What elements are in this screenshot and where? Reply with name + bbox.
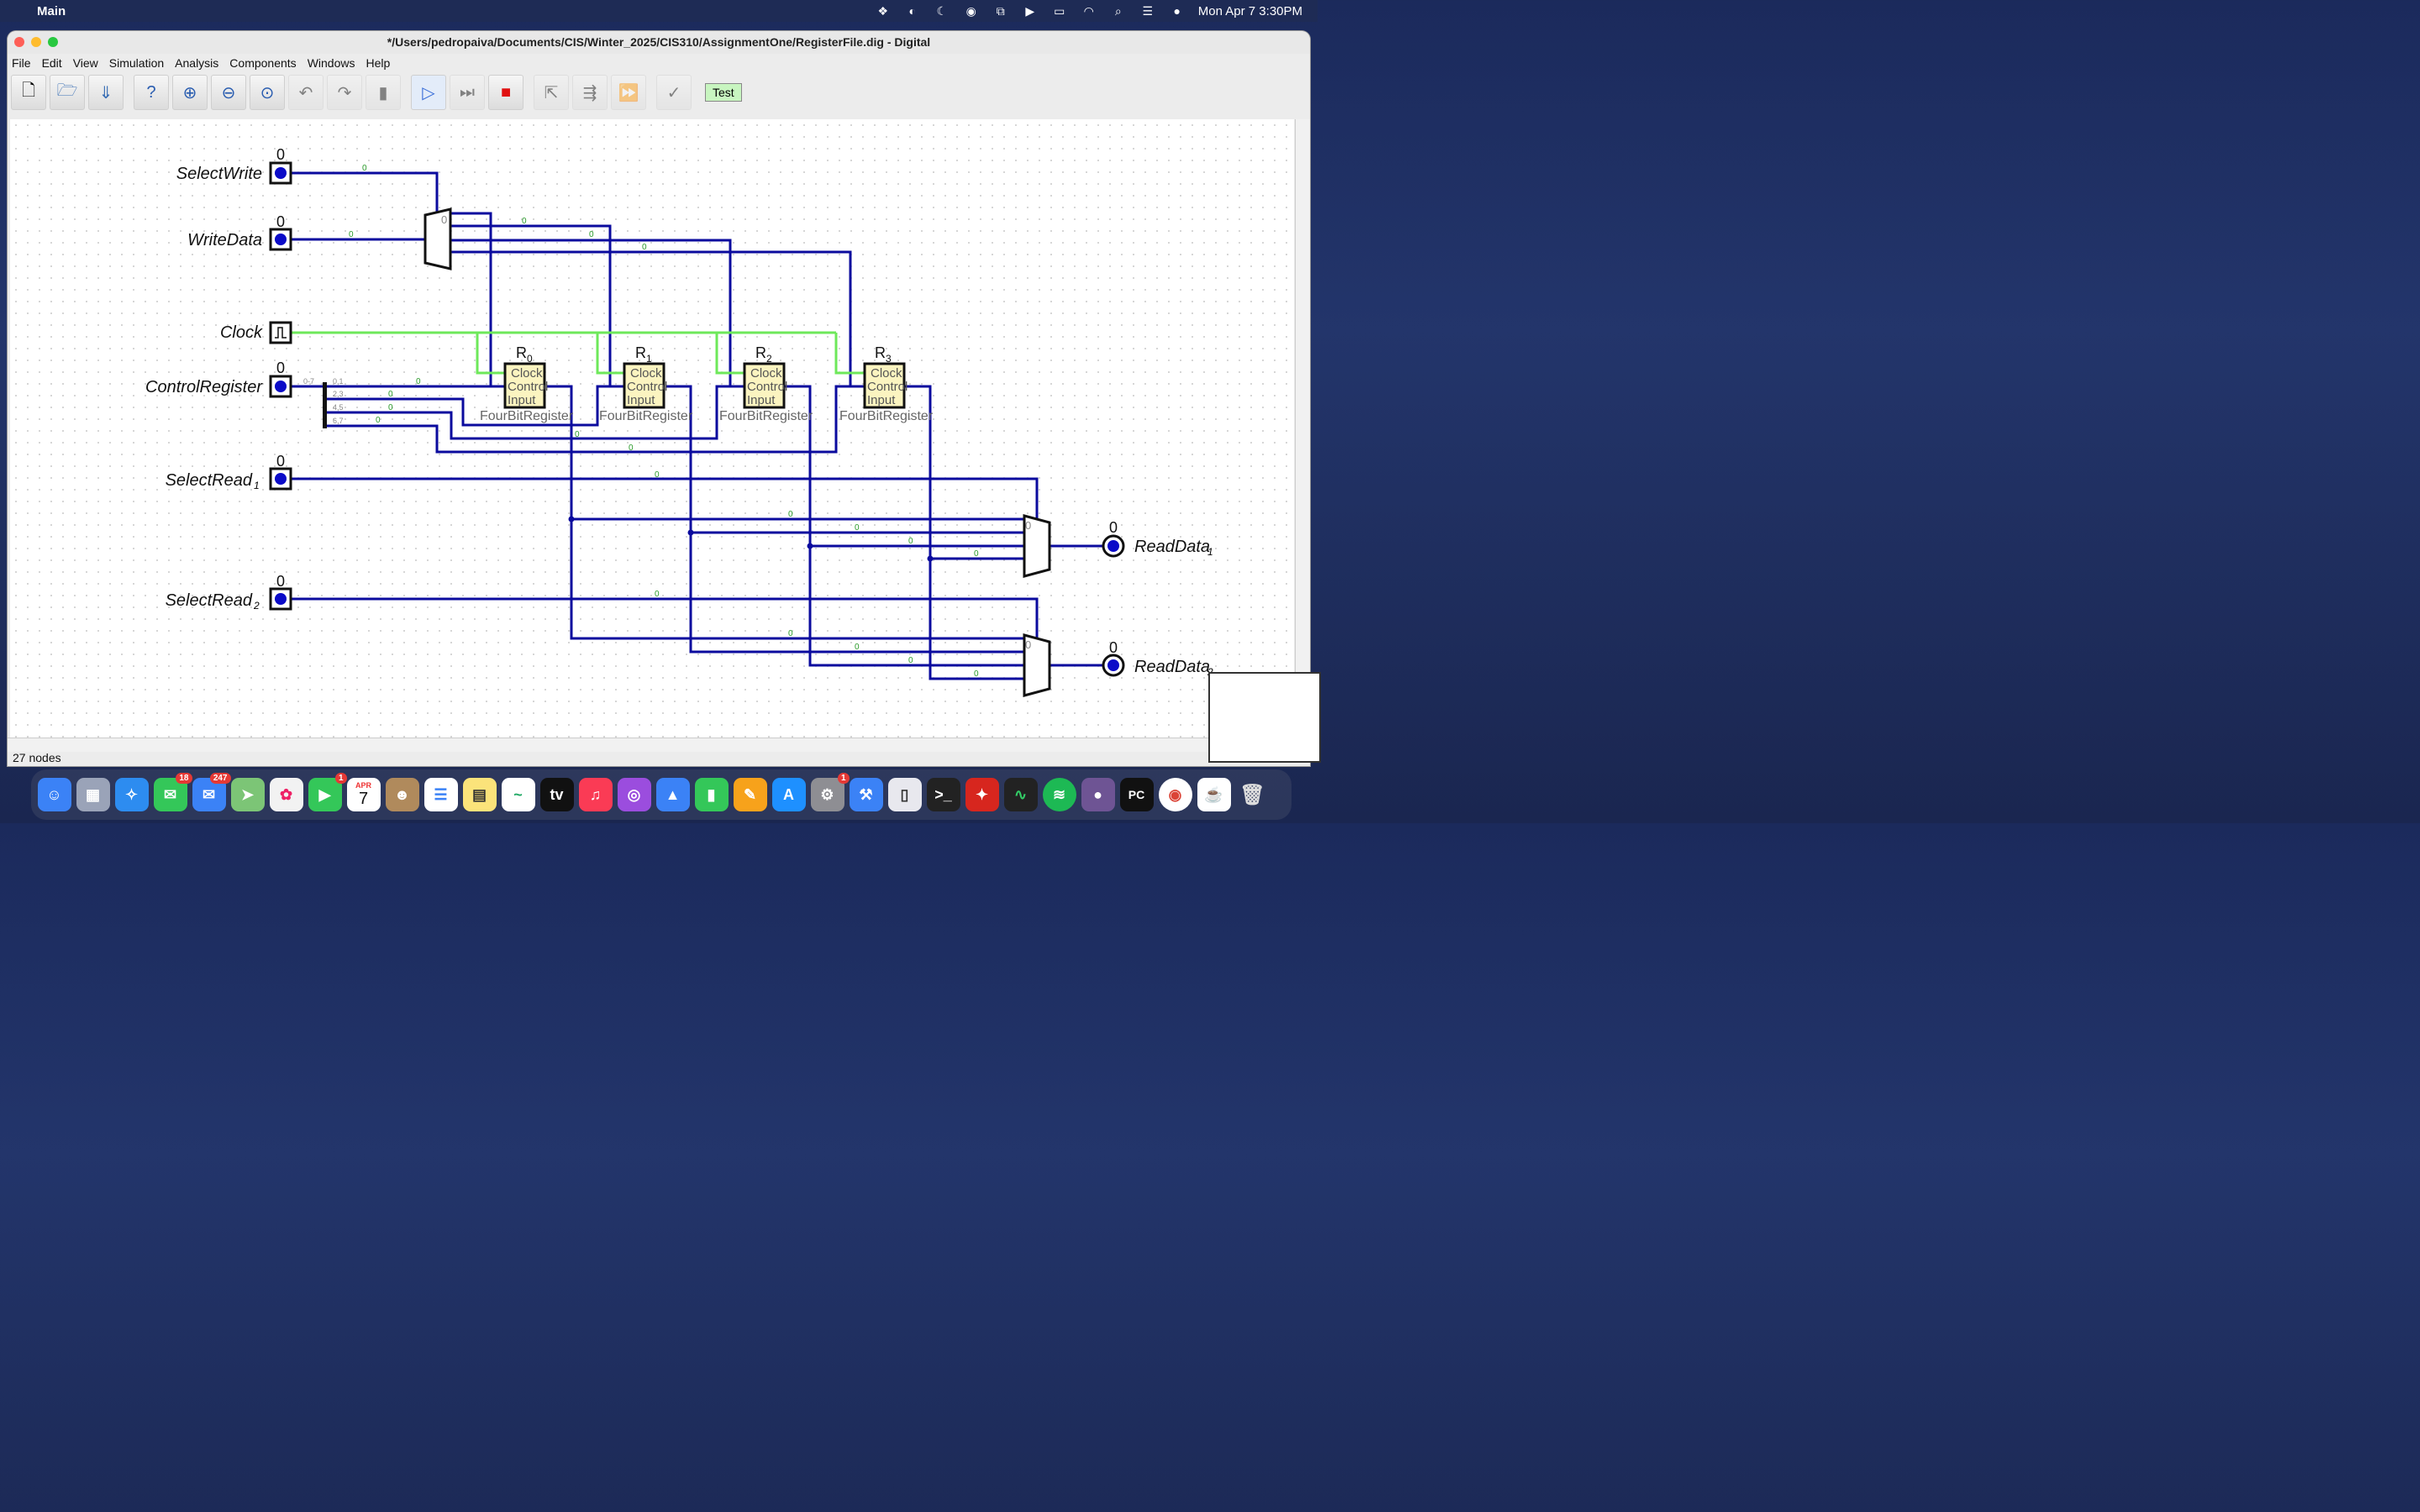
safari-icon[interactable]: ✧ (114, 778, 149, 811)
analyse-icon[interactable]: ✓ (656, 75, 692, 110)
menu-simulation[interactable]: Simulation (109, 56, 164, 70)
messages-icon[interactable]: ✉ 18 (153, 773, 192, 811)
menu-components[interactable]: Components (229, 56, 296, 70)
settings-badge: 1 (837, 773, 850, 784)
menu-windows[interactable]: Windows (308, 56, 355, 70)
menu-file[interactable]: File (12, 56, 31, 70)
vertical-scrollbar[interactable] (1295, 119, 1310, 738)
activity-monitor-icon[interactable]: ∿ (1003, 778, 1038, 811)
siri-icon[interactable]: ● (1169, 4, 1186, 18)
mail-badge: 247 (209, 773, 231, 784)
zoom-window-button[interactable] (48, 37, 58, 47)
freeform-icon[interactable]: ~ (501, 778, 535, 811)
terminal-icon[interactable]: >_ (926, 778, 960, 811)
pycharm-label: PC (1128, 788, 1145, 801)
podcasts-icon[interactable]: ◎ (617, 778, 651, 811)
delete-icon[interactable]: ▮ (366, 75, 401, 110)
numbers-icon[interactable]: ▮ (694, 778, 729, 811)
tv-label: tv (550, 785, 564, 803)
music-icon[interactable]: ♫ (578, 778, 613, 811)
maps-icon[interactable]: ➤ (230, 778, 265, 811)
app-store-icon[interactable]: A (771, 778, 806, 811)
undo-icon[interactable]: ↶ (288, 75, 324, 110)
globe-icon[interactable]: ◐ (904, 4, 921, 18)
run-icon[interactable]: ▷ (411, 75, 446, 110)
open-folder-icon[interactable]: 🗁 (50, 75, 85, 110)
tv-icon[interactable]: tv (539, 778, 574, 811)
facetime-badge: 1 (334, 773, 347, 784)
active-app-name[interactable]: Main (37, 4, 66, 18)
fast-forward-icon[interactable]: ⏩ (611, 75, 646, 110)
minimize-window-button[interactable] (31, 37, 41, 47)
play-icon[interactable]: ▶ (1022, 4, 1039, 18)
menu-view[interactable]: View (73, 56, 98, 70)
chrome-icon[interactable]: ◉ (1158, 778, 1192, 811)
menu-edit[interactable]: Edit (42, 56, 62, 70)
toolbar: 🗋 🗁 ⇓ ? ⊕ ⊖ ⊙ ↶ ↷ ▮ ▷ ⏭ ■ ⇱ ⇶ ⏩ ✓ Test (8, 72, 1310, 113)
simulator-icon[interactable]: ▯ (887, 778, 922, 811)
calendar-icon[interactable]: APR 7 (346, 778, 381, 811)
new-file-icon[interactable]: 🗋 (11, 75, 46, 110)
screen-mirror-icon[interactable]: ⧉ (992, 4, 1009, 18)
contacts-icon[interactable]: ☻ (385, 778, 419, 811)
horizontal-scrollbar[interactable] (8, 738, 1296, 752)
zoom-out-icon[interactable]: ⊖ (211, 75, 246, 110)
stop-icon[interactable]: ■ (488, 75, 523, 110)
spotify-icon[interactable]: ≋ (1042, 778, 1076, 811)
calendar-day: 7 (358, 789, 369, 808)
macos-menu-bar: Main ❖ ◐ ☾ ◉ ⧉ ▶ ▭ ◠ ⌕ ☰ ● Mon Apr 7 3:3… (0, 0, 1318, 22)
clock-datetime[interactable]: Mon Apr 7 3:30PM (1198, 4, 1302, 18)
digital-window: */Users/pedropaiva/Documents/CIS/Winter_… (8, 31, 1310, 766)
trash-icon[interactable]: 🗑 (1236, 778, 1270, 811)
pycharm-icon[interactable]: PC (1119, 778, 1154, 811)
messages-badge: 18 (176, 773, 192, 784)
control-center-icon[interactable]: ☰ (1139, 4, 1156, 18)
launchpad-icon[interactable]: ▦ (76, 778, 110, 811)
java-icon[interactable]: ☕ (1197, 778, 1231, 811)
wifi-icon[interactable]: ◠ (1081, 4, 1097, 18)
keynote-icon[interactable]: ▲ (655, 778, 690, 811)
search-icon[interactable]: ⌕ (1110, 4, 1127, 18)
status-area: ❖ ◐ ☾ ◉ ⧉ ▶ ▭ ◠ ⌕ ☰ ● Mon Apr 7 3:30PM (875, 0, 1302, 22)
battery-icon[interactable]: ▭ (1051, 4, 1068, 18)
reminders-icon[interactable]: ☰ (424, 778, 458, 811)
app-menu-bar: File Edit View Simulation Analysis Compo… (8, 54, 1310, 72)
menu-analysis[interactable]: Analysis (175, 56, 218, 70)
window-titlebar: */Users/pedropaiva/Documents/CIS/Winter_… (8, 31, 1310, 54)
fast-step-icon[interactable]: ⇶ (572, 75, 608, 110)
pages-icon[interactable]: ✎ (733, 778, 767, 811)
select-icon[interactable]: ⇱ (534, 75, 569, 110)
mail-icon[interactable]: ✉ 247 (192, 773, 231, 811)
step-icon[interactable]: ⏭ (450, 75, 485, 110)
circuit-canvas[interactable] (10, 119, 1294, 738)
menu-help[interactable]: Help (366, 56, 390, 70)
calendar-month: APR (355, 780, 371, 790)
redo-icon[interactable]: ↷ (327, 75, 362, 110)
dropbox-icon[interactable]: ❖ (875, 4, 892, 18)
close-window-button[interactable] (14, 37, 24, 47)
window-controls (14, 37, 58, 47)
zoom-in-icon[interactable]: ⊕ (172, 75, 208, 110)
screenshot-thumbnail[interactable] (1208, 672, 1321, 763)
status-node-count: 27 nodes (13, 751, 61, 764)
facetime-icon[interactable]: ▶ 1 (308, 773, 347, 811)
xcode-icon[interactable]: ⚒ (849, 778, 883, 811)
github-icon[interactable]: ● (1081, 778, 1115, 811)
save-icon[interactable]: ⇓ (88, 75, 124, 110)
dock: ☺ ▦ ✧ ✉ 18 ✉ 247 ➤ ✿ ▶ 1 APR 7 ☻ ☰ ▤ ~ tv ♫… (31, 769, 1292, 820)
window-title: */Users/pedropaiva/Documents/CIS/Winter_… (387, 35, 931, 49)
system-settings-icon[interactable]: ⚙ 1 (810, 773, 850, 811)
moon-icon[interactable]: ☾ (934, 4, 950, 18)
zoom-fit-icon[interactable]: ⊙ (250, 75, 285, 110)
finder-icon[interactable]: ☺ (37, 778, 71, 811)
help-icon[interactable]: ? (134, 75, 169, 110)
test-button[interactable]: Test (705, 83, 742, 102)
notes-icon[interactable]: ▤ (462, 778, 497, 811)
photos-icon[interactable]: ✿ (269, 778, 303, 811)
acrobat-icon[interactable]: ✦ (965, 778, 999, 811)
airdrop-icon[interactable]: ◉ (963, 4, 980, 18)
